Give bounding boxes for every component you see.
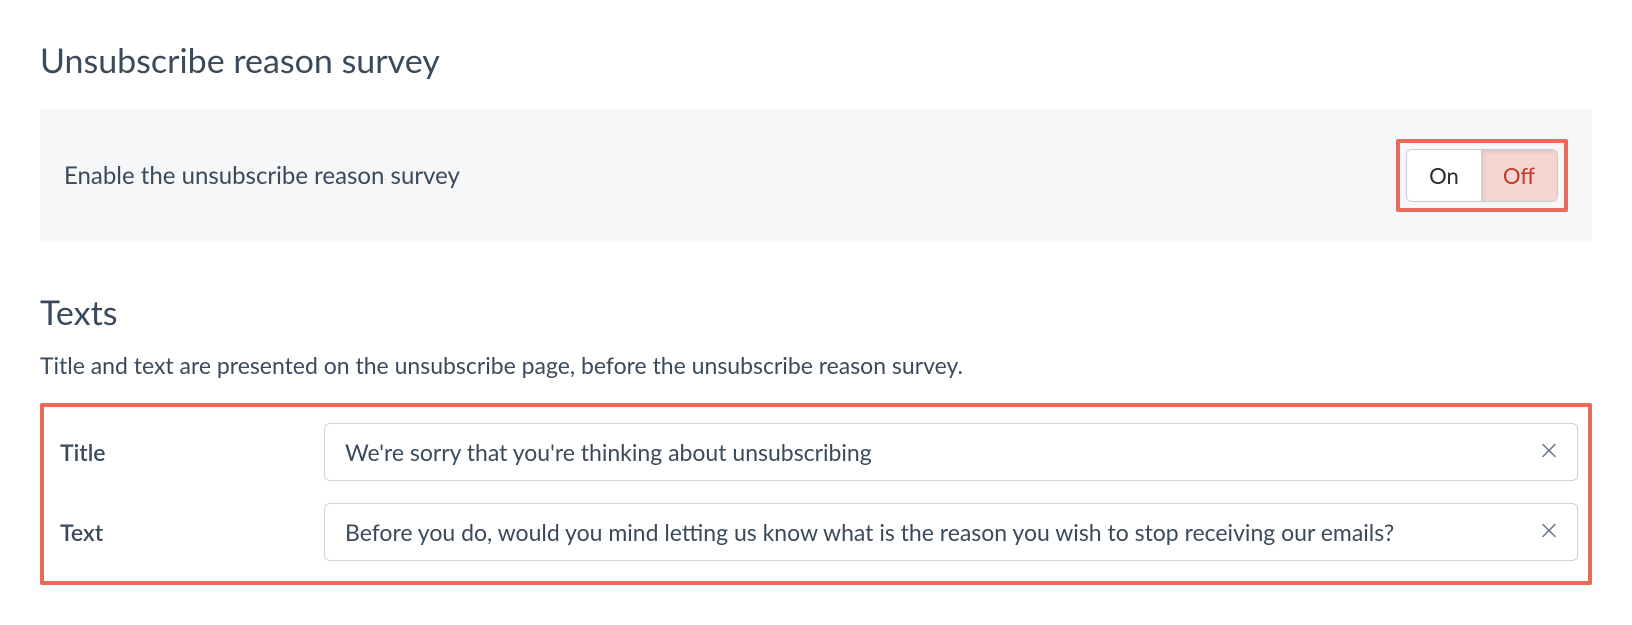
close-icon (1538, 520, 1560, 542)
text-input[interactable] (324, 503, 1578, 561)
title-input-wrap (324, 423, 1578, 481)
text-input-wrap (324, 503, 1578, 561)
text-field-label: Text (54, 518, 324, 546)
close-icon (1538, 440, 1560, 462)
title-field-label: Title (54, 438, 324, 466)
enable-survey-row: Enable the unsubscribe reason survey On … (40, 109, 1592, 242)
toggle-on-button[interactable]: On (1407, 150, 1481, 201)
texts-fields-highlight: Title Text (40, 403, 1592, 585)
texts-section: Texts Title and text are presented on th… (40, 292, 1592, 585)
title-clear-button[interactable] (1534, 436, 1564, 469)
survey-section-title: Unsubscribe reason survey (40, 40, 1592, 81)
survey-toggle: On Off (1406, 149, 1558, 202)
title-field-row: Title (54, 423, 1578, 481)
enable-survey-label: Enable the unsubscribe reason survey (64, 161, 460, 190)
text-field-row: Text (54, 503, 1578, 561)
title-input[interactable] (324, 423, 1578, 481)
toggle-highlight: On Off (1396, 139, 1568, 212)
texts-description: Title and text are presented on the unsu… (40, 351, 1592, 379)
texts-heading: Texts (40, 292, 1592, 333)
toggle-off-button[interactable]: Off (1481, 150, 1557, 201)
text-clear-button[interactable] (1534, 516, 1564, 549)
